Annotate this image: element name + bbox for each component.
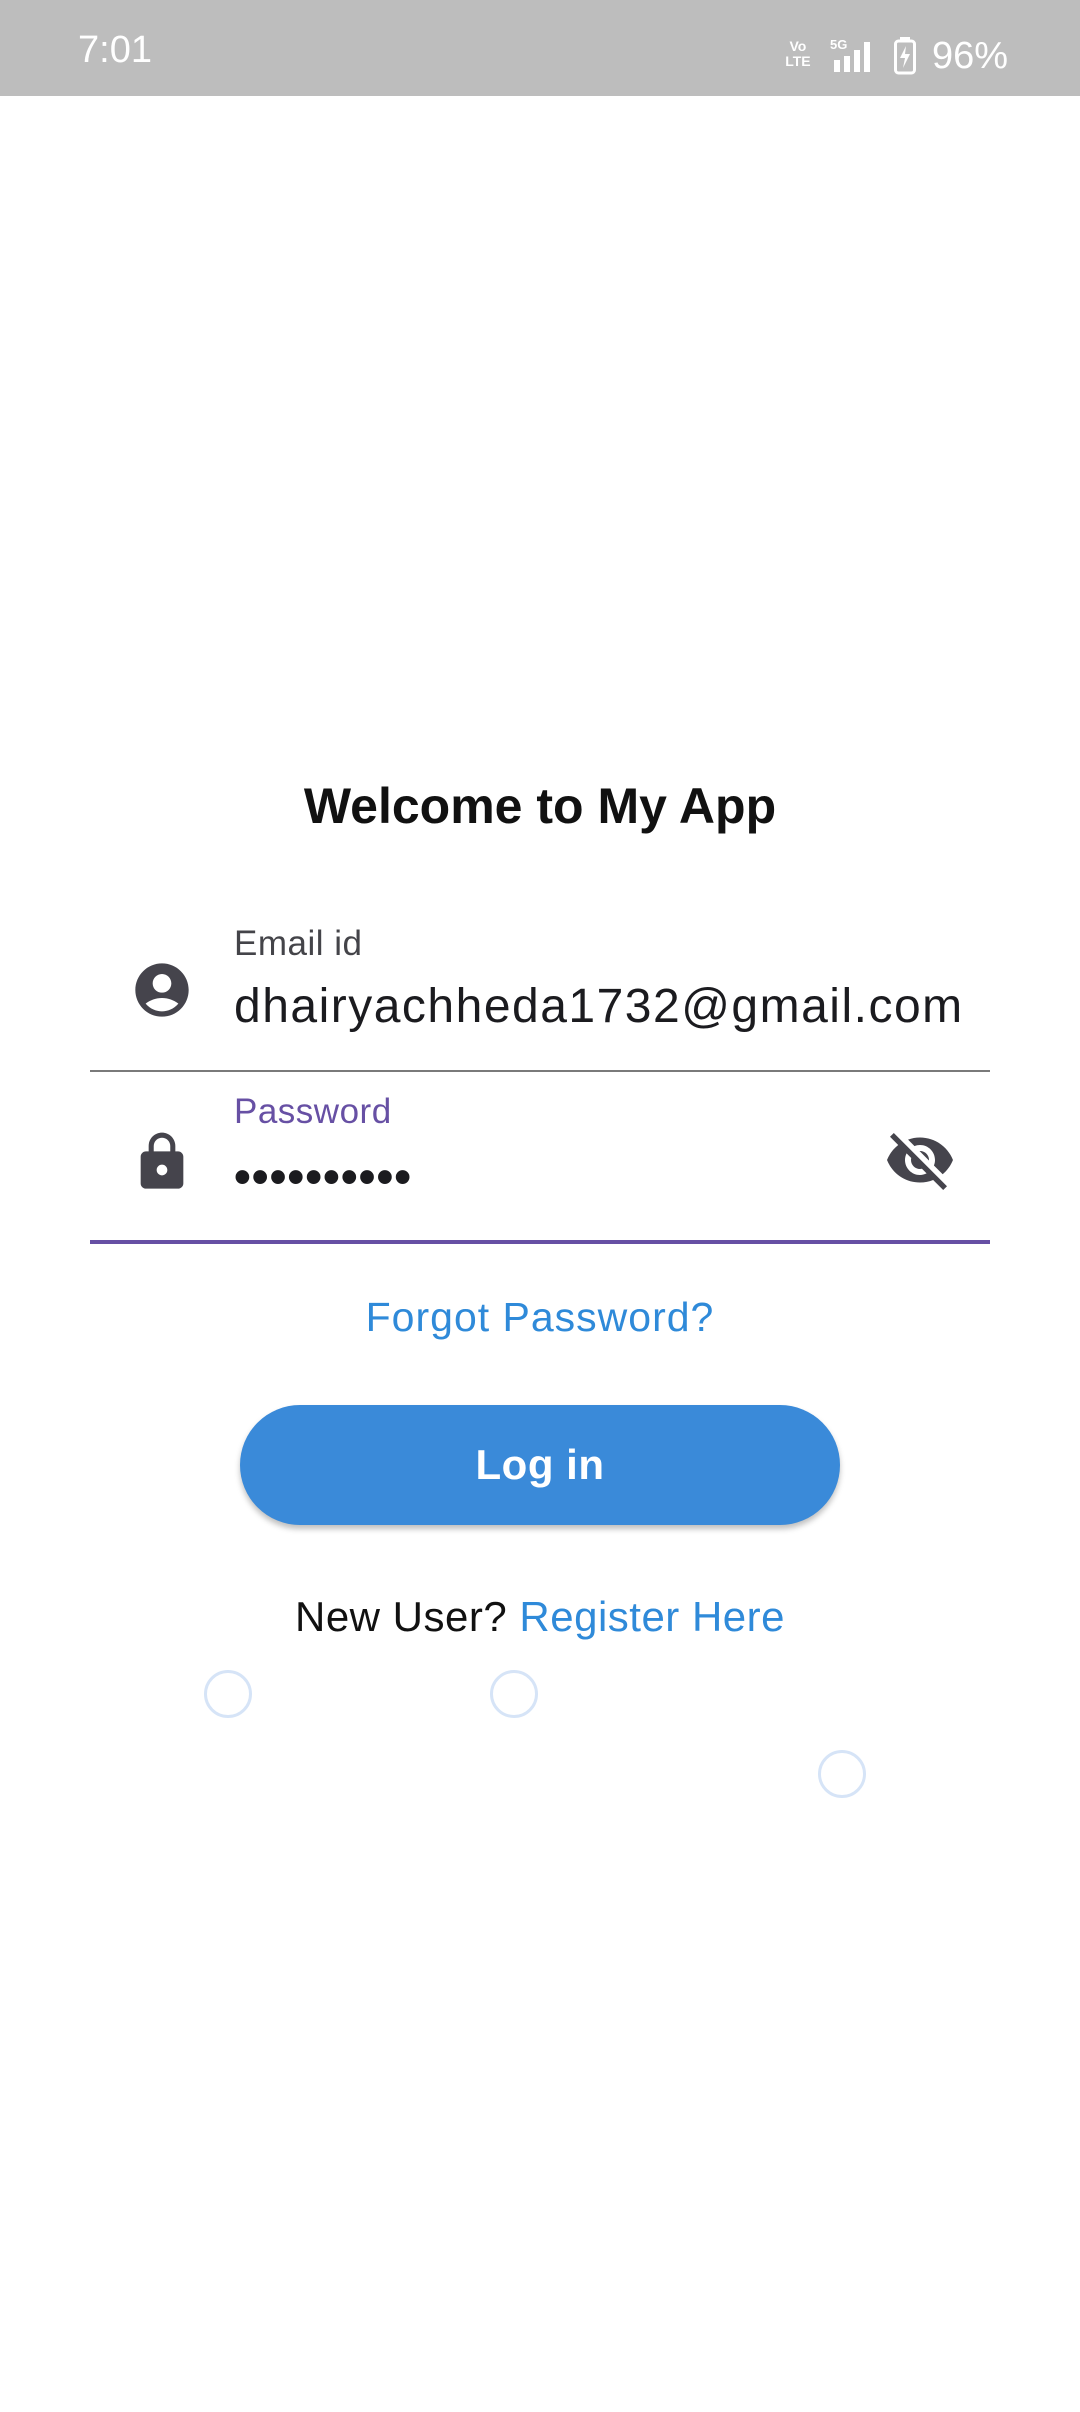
status-indicators: Vo LTE 5G 96% (780, 36, 1008, 76)
decorative-ring (204, 1670, 252, 1718)
new-user-text: New User? (294, 1593, 508, 1640)
email-field[interactable]: Email id dhairyachheda1732@gmail.com (90, 906, 990, 1072)
battery-percent: 96% (931, 35, 1008, 77)
svg-text:5G: 5G (830, 38, 847, 52)
password-field[interactable]: Password •••••••••• (90, 1072, 990, 1244)
page-title: Welcome to My App (303, 778, 777, 834)
forgot-password-link[interactable]: Forgot Password? (0, 1290, 1080, 1344)
battery-charging-icon (893, 37, 916, 75)
lock-icon (140, 1132, 184, 1189)
password-label: Password (234, 1092, 392, 1131)
volte-icon: Vo LTE (785, 38, 811, 69)
login-button[interactable]: Log in (240, 1405, 840, 1525)
decorative-ring (818, 1750, 866, 1798)
password-visibility-toggle[interactable] (880, 1120, 960, 1200)
visibility-off-icon (887, 1133, 953, 1190)
register-prompt-line: New User? Register Here (0, 1589, 1080, 1645)
signal-5g-icon: 5G (830, 38, 870, 72)
login-button-label: Log in (475, 1441, 605, 1488)
register-here-link[interactable]: Register Here (519, 1593, 785, 1640)
password-input[interactable]: •••••••••• (234, 1150, 412, 1206)
status-time: 7:01 (78, 29, 152, 71)
status-bar: 7:01 Vo LTE 5G 96% (0, 0, 1080, 96)
decorative-ring (490, 1670, 538, 1718)
email-input[interactable]: dhairyachheda1732@gmail.com (234, 978, 964, 1036)
account-circle-icon (135, 963, 189, 1017)
email-label: Email id (234, 924, 363, 963)
